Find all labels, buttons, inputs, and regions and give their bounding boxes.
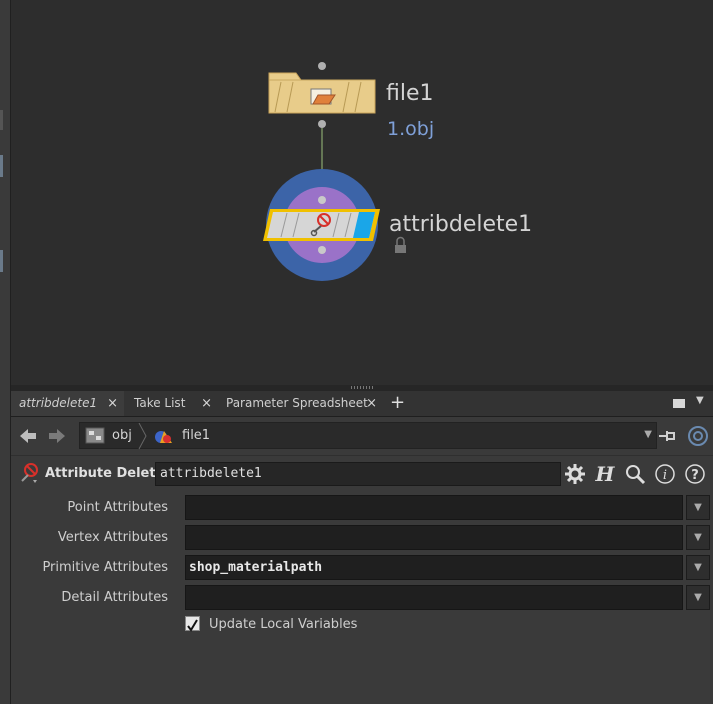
point-attributes-field[interactable] (185, 495, 683, 520)
tab-label: Parameter Spreadsheet (226, 396, 368, 410)
parameter-pane: Point Attributes ▼ Vertex Attributes ▼ P… (11, 490, 713, 704)
pane-tab-bar: attribdelete1 × Take List × Parameter Sp… (11, 391, 713, 417)
primitive-attributes-field[interactable]: shop_materialpath (185, 555, 683, 580)
geometry-node-icon (154, 428, 174, 446)
path-node[interactable]: file1 (182, 428, 210, 443)
detail-attributes-label: Detail Attributes (61, 590, 168, 605)
vertex-attributes-label: Vertex Attributes (57, 530, 168, 545)
obj-network-icon (85, 426, 107, 445)
close-tab-icon[interactable]: × (107, 391, 118, 416)
vertex-attributes-field[interactable] (185, 525, 683, 550)
search-icon[interactable] (623, 462, 647, 486)
help-question-icon[interactable]: ? (683, 462, 707, 486)
lock-icon[interactable] (395, 236, 406, 253)
path-dropdown-icon[interactable]: ▼ (644, 429, 652, 440)
left-toolbar-strip (0, 0, 11, 704)
folder-icon (310, 88, 336, 105)
node-name-field[interactable]: attribdelete1 (155, 462, 561, 486)
tab-label: attribdelete1 (19, 396, 98, 410)
primitive-attributes-label: Primitive Attributes (42, 560, 168, 575)
svg-text:?: ? (691, 468, 699, 483)
operator-type-label: Attribute Delete (45, 466, 165, 481)
detail-attributes-dropdown[interactable]: ▼ (686, 585, 710, 610)
file1-input-dot[interactable] (318, 62, 326, 70)
path-obj[interactable]: obj (112, 428, 132, 443)
tab-label: Take List (134, 396, 186, 410)
back-arrow-icon[interactable] (17, 425, 39, 447)
tab-parameter-spreadsheet[interactable]: Parameter Spreadsheet × (218, 391, 383, 416)
attribdelete1-input-dot[interactable] (318, 196, 326, 204)
link-circle-icon[interactable] (686, 424, 710, 448)
detail-attributes-field[interactable] (185, 585, 683, 610)
close-tab-icon[interactable]: × (366, 391, 377, 416)
update-local-variables-label: Update Local Variables (209, 617, 358, 632)
primitive-attributes-dropdown[interactable]: ▼ (686, 555, 710, 580)
path-bar: obj file1 ▼ (11, 417, 713, 455)
pane-layout-icon[interactable] (673, 399, 685, 408)
attribute-delete-icon[interactable] (19, 462, 41, 484)
close-tab-icon[interactable]: × (201, 391, 212, 416)
attribdelete1-output-dot[interactable] (318, 246, 326, 254)
tab-attribdelete1[interactable]: attribdelete1 × (11, 391, 124, 416)
attribdelete1-node-label: attribdelete1 (389, 212, 533, 237)
network-graph (263, 62, 406, 281)
point-attributes-dropdown[interactable]: ▼ (686, 495, 710, 520)
parameter-header: Attribute Delete attribdelete1 H i ? (11, 456, 713, 490)
path-field[interactable]: obj file1 ▼ (79, 422, 657, 450)
point-attributes-label: Point Attributes (67, 500, 168, 515)
pin-icon[interactable] (656, 425, 678, 447)
pane-menu-arrow-icon[interactable]: ▼ (696, 395, 704, 406)
tab-take-list[interactable]: Take List × (126, 391, 218, 416)
network-view[interactable]: file1 1.obj attribdelete1 (11, 0, 713, 385)
forward-arrow-icon[interactable] (46, 425, 68, 447)
add-tab-button[interactable]: + (390, 391, 405, 416)
svg-text:i: i (663, 468, 667, 483)
file1-output-dot[interactable] (318, 120, 326, 128)
vertex-attributes-dropdown[interactable]: ▼ (686, 525, 710, 550)
help-h-icon[interactable]: H (593, 462, 617, 486)
info-icon[interactable]: i (653, 462, 677, 486)
file1-node-label: file1 (386, 81, 434, 106)
file1-node-subtitle: 1.obj (387, 118, 435, 140)
gear-icon[interactable] (563, 462, 587, 486)
update-local-variables-checkbox[interactable] (185, 616, 200, 632)
